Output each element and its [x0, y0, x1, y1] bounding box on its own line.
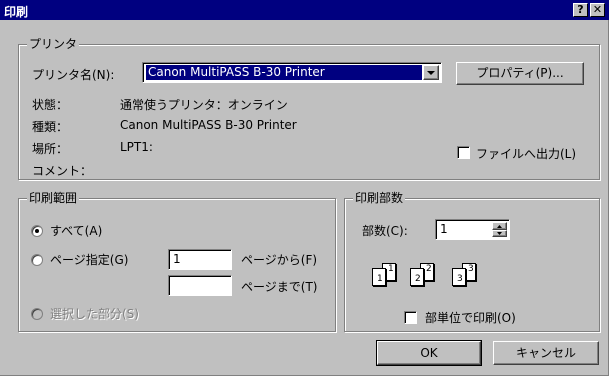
chevron-down-icon	[427, 71, 435, 75]
comment-label: コメント：	[32, 164, 93, 178]
copies-group-label: 印刷部数	[353, 191, 406, 205]
copies-count-value: 1	[440, 222, 448, 236]
collate-page: 3	[452, 268, 466, 286]
collate-page-number: 1	[388, 264, 394, 274]
collate-page: 1	[372, 268, 386, 286]
printer-name-value: Canon MultiPASS B-30 Printer	[146, 65, 422, 80]
range-all-radio[interactable]	[31, 225, 43, 237]
ok-button[interactable]: OK	[376, 340, 482, 366]
close-button[interactable]: ✕	[590, 3, 605, 17]
title-bar[interactable]: 印刷 ? ✕	[0, 0, 609, 20]
copies-count-label: 部数(C):	[362, 224, 408, 238]
printer-name-label: プリンタ名(N):	[32, 68, 115, 82]
collate-label[interactable]: 部単位で印刷(O)	[425, 309, 516, 326]
range-selection-label: 選択した部分(S)	[50, 307, 139, 321]
dropdown-arrow-button[interactable]	[423, 65, 439, 80]
print-to-file-label[interactable]: ファイルへ出力(L)	[476, 145, 576, 162]
spin-up-button[interactable]	[492, 222, 507, 230]
where-label: 場所：	[32, 142, 69, 156]
help-button[interactable]: ?	[573, 3, 588, 17]
window-title: 印刷	[4, 5, 29, 19]
range-all-label[interactable]: すべて(A)	[50, 222, 102, 239]
collate-page-number: 3	[457, 274, 463, 284]
print-to-file-checkbox[interactable]	[457, 146, 470, 159]
from-page-label: ページから(F)	[241, 253, 318, 267]
to-page-label: ページまで(T)	[241, 280, 318, 294]
collate-page-number: 1	[377, 274, 383, 284]
collate-page-number: 3	[468, 264, 474, 274]
where-value: LPT1:	[120, 140, 153, 154]
spin-down-button[interactable]	[492, 230, 507, 237]
cancel-button[interactable]: キャンセル	[493, 341, 599, 365]
status-value: 通常使うプリンタ：オンライン	[120, 98, 288, 112]
print-dialog: 印刷 ? ✕ プリンタ プリンタ名(N): Canon MultiPASS B-…	[0, 0, 609, 376]
type-label: 種類：	[32, 120, 69, 134]
range-pages-label[interactable]: ページ指定(G)	[50, 251, 128, 268]
printer-name-select[interactable]: Canon MultiPASS B-30 Printer	[142, 62, 442, 83]
range-selection-radio	[31, 308, 43, 320]
properties-button[interactable]: プロパティ(P)...	[456, 62, 584, 85]
status-label: 状態：	[32, 98, 69, 112]
printer-group-label: プリンタ	[27, 37, 80, 51]
collate-page-number: 2	[415, 274, 421, 284]
collate-page: 2	[410, 268, 424, 286]
copies-count-spinner[interactable]: 1	[435, 219, 510, 240]
radio-selected-dot	[35, 229, 39, 233]
from-page-input[interactable]: 1	[168, 249, 232, 270]
collate-checkbox[interactable]	[404, 311, 417, 324]
arrow-down-icon	[497, 232, 502, 235]
print-range-group-label: 印刷範囲	[27, 191, 80, 205]
collate-page-number: 2	[426, 264, 432, 274]
arrow-up-icon	[497, 225, 502, 228]
to-page-input[interactable]	[168, 275, 232, 296]
range-pages-radio[interactable]	[31, 254, 43, 266]
type-value: Canon MultiPASS B-30 Printer	[120, 118, 297, 132]
